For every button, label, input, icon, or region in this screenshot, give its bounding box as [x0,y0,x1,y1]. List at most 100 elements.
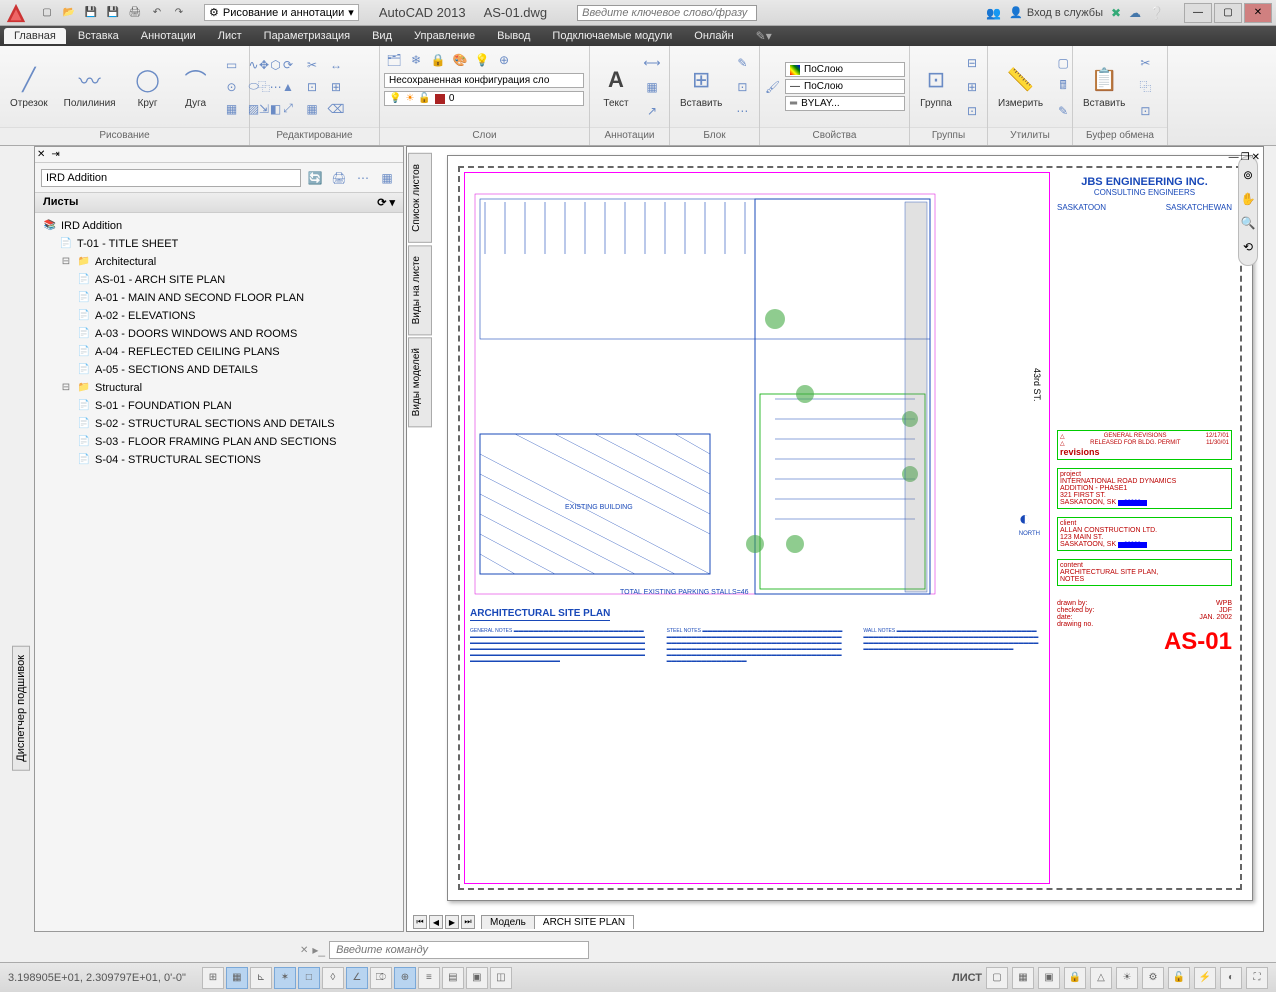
tab-layout[interactable]: Лист [208,28,252,44]
paste-button[interactable]: 📋Вставить [1077,62,1131,111]
panel-annot-label[interactable]: Аннотации [590,127,669,145]
tab-manage[interactable]: Управление [404,28,485,44]
tab-plugins[interactable]: Подключаемые модули [542,28,682,44]
qp-toggle[interactable]: ▣ [466,967,488,989]
publish-icon[interactable]: 🖨 [329,168,349,188]
app-menu-icon[interactable] [0,0,32,26]
autohide-icon[interactable]: ⇥ [51,149,59,160]
tree-sheet[interactable]: 📄T-01 - TITLE SHEET [37,235,401,253]
tab-view[interactable]: Вид [362,28,402,44]
command-input[interactable] [329,941,589,959]
color-dropdown[interactable]: ПоСлою [785,62,905,77]
tab-layout1[interactable]: ARCH SITE PLAN [534,915,634,929]
layerprops-icon[interactable]: 🗂 [384,50,404,70]
drawing-canvas[interactable]: Список листов Виды на листе Виды моделей… [406,146,1264,932]
tree-root[interactable]: 📚IRD Addition [37,217,401,235]
tree-sheet[interactable]: 📄A-01 - MAIN AND SECOND FLOOR PLAN [37,289,401,307]
matchprop-icon[interactable]: 🖌 [764,74,781,100]
saveas-icon[interactable]: 💾 [104,4,122,22]
clean-screen-icon[interactable]: ⛶ [1246,967,1268,989]
minimize-button[interactable]: — [1184,3,1212,23]
tree-subset-arch[interactable]: ⊟📁Architectural [37,253,401,271]
quickview-icon[interactable]: ▦ [1012,967,1034,989]
circle-button[interactable]: ◯Круг [126,62,170,111]
tree-sheet[interactable]: 📄A-05 - SECTIONS AND DETAILS [37,361,401,379]
tree-sheet[interactable]: 📄S-03 - FLOOR FRAMING PLAN AND SECTIONS [37,433,401,451]
tpy-toggle[interactable]: ▤ [442,967,464,989]
sidetab-models[interactable]: Виды моделей [408,337,432,427]
signin-button[interactable]: 👤 Вход в службы [1009,6,1103,19]
annoscale-icon[interactable]: 🔒 [1064,967,1086,989]
layer-dropdown[interactable]: 💡☀🔓0 [384,91,584,106]
tree-sheet[interactable]: 📄S-04 - STRUCTURAL SECTIONS [37,451,401,469]
tree-subset-struct[interactable]: ⊟📁Structural [37,379,401,397]
sidetab-sheets[interactable]: Список листов [408,153,432,243]
annovisibility-icon[interactable]: ☀ [1116,967,1138,989]
open-icon[interactable]: 📂 [60,4,78,22]
undo-icon[interactable]: ↶ [148,4,166,22]
panel-props-label[interactable]: Свойства [760,127,909,145]
rotate-icon[interactable]: ⟳ [278,55,298,75]
orbit-icon[interactable]: ⟲ [1243,240,1253,254]
tab-next-icon[interactable]: ▶ [445,915,459,929]
layerstate-dropdown[interactable]: Несохраненная конфигурация сло [384,73,584,88]
annoscale2-icon[interactable]: △ [1090,967,1112,989]
ssm-title-vertical[interactable]: Диспетчер подшивок [12,646,30,771]
mirror-icon[interactable]: ▲ [278,77,298,97]
panel-layers-label[interactable]: Слои [380,127,589,145]
lwt-toggle[interactable]: ≡ [418,967,440,989]
ssm-sheets-header[interactable]: Листы⟳ ▾ [35,193,403,213]
new-icon[interactable]: ▢ [38,4,56,22]
pan-icon[interactable]: ✋ [1241,192,1256,206]
hardware-icon[interactable]: ⚡ [1194,967,1216,989]
zoom-icon[interactable]: 🔍 [1241,216,1256,230]
polar-toggle[interactable]: ✶ [274,967,296,989]
copy-icon[interactable]: ⿻ [254,77,274,97]
tree-sheet[interactable]: 📄S-02 - STRUCTURAL SECTIONS AND DETAILS [37,415,401,433]
grid-toggle[interactable]: ▦ [226,967,248,989]
people-icon[interactable]: 👥 [986,6,1001,20]
copy-clip-icon[interactable]: ⿻ [1135,77,1155,97]
quickview-dwg-icon[interactable]: ▣ [1038,967,1060,989]
panel-draw-label[interactable]: Рисование [0,127,249,145]
panel-block-label[interactable]: Блок [670,127,759,145]
sheetset-dropdown[interactable]: IRD Addition [41,169,301,187]
stretch-icon[interactable]: ⇲ [254,99,274,119]
dim-icon[interactable]: ⟷ [642,53,662,73]
tab-prev-icon[interactable]: ◀ [429,915,443,929]
infocenter-search[interactable] [577,5,757,21]
cloud-icon[interactable]: ☁ [1129,6,1141,20]
isolate-icon[interactable]: ◐ [1220,967,1242,989]
tab-annotate[interactable]: Аннотации [131,28,206,44]
mdi-restore-icon[interactable]: ❐ [1241,152,1250,163]
move-icon[interactable]: ✥ [254,55,274,75]
save-icon[interactable]: 💾 [82,4,100,22]
tab-first-icon[interactable]: ⏮ [413,915,427,929]
lineweight-dropdown[interactable]: —ПоСлою [785,79,905,94]
polyline-button[interactable]: 〰Полилиния [58,62,122,111]
linetype-dropdown[interactable]: ═BYLAY... [785,96,905,111]
steering-icon[interactable]: ⊚ [1243,168,1253,182]
group-button[interactable]: ⊡Группа [914,62,958,111]
tree-sheet[interactable]: 📄A-02 - ELEVATIONS [37,307,401,325]
space-indicator[interactable]: ЛИСТ [952,972,982,984]
trim-icon[interactable]: ✂ [302,55,322,75]
text-button[interactable]: AТекст [594,62,638,111]
measure-button[interactable]: 📏Измерить [992,62,1049,111]
tab-home[interactable]: Главная [4,28,66,44]
line-button[interactable]: ╱Отрезок [4,62,54,111]
tree-sheet[interactable]: 📄AS-01 - ARCH SITE PLAN [37,271,401,289]
arc-button[interactable]: ⌒Дуга [174,62,218,111]
toolbar-lock-icon[interactable]: 🔓 [1168,967,1190,989]
tree-sheet[interactable]: 📄S-01 - FOUNDATION PLAN [37,397,401,415]
array-icon[interactable]: ▦ [302,99,322,119]
ws-switch-icon[interactable]: ⚙ [1142,967,1164,989]
tree-sheet[interactable]: 📄A-04 - REFLECTED CEILING PLANS [37,343,401,361]
table-icon[interactable]: ▦ [642,77,662,97]
rect-icon[interactable]: ▭ [222,55,242,75]
tree-sheet[interactable]: 📄A-03 - DOORS WINDOWS AND ROOMS [37,325,401,343]
close-palette-icon[interactable]: ✕ [37,149,45,160]
modelspace-icon[interactable]: ▢ [986,967,1008,989]
mdi-min-icon[interactable]: — [1229,152,1239,163]
otrack-toggle[interactable]: ∠ [346,967,368,989]
